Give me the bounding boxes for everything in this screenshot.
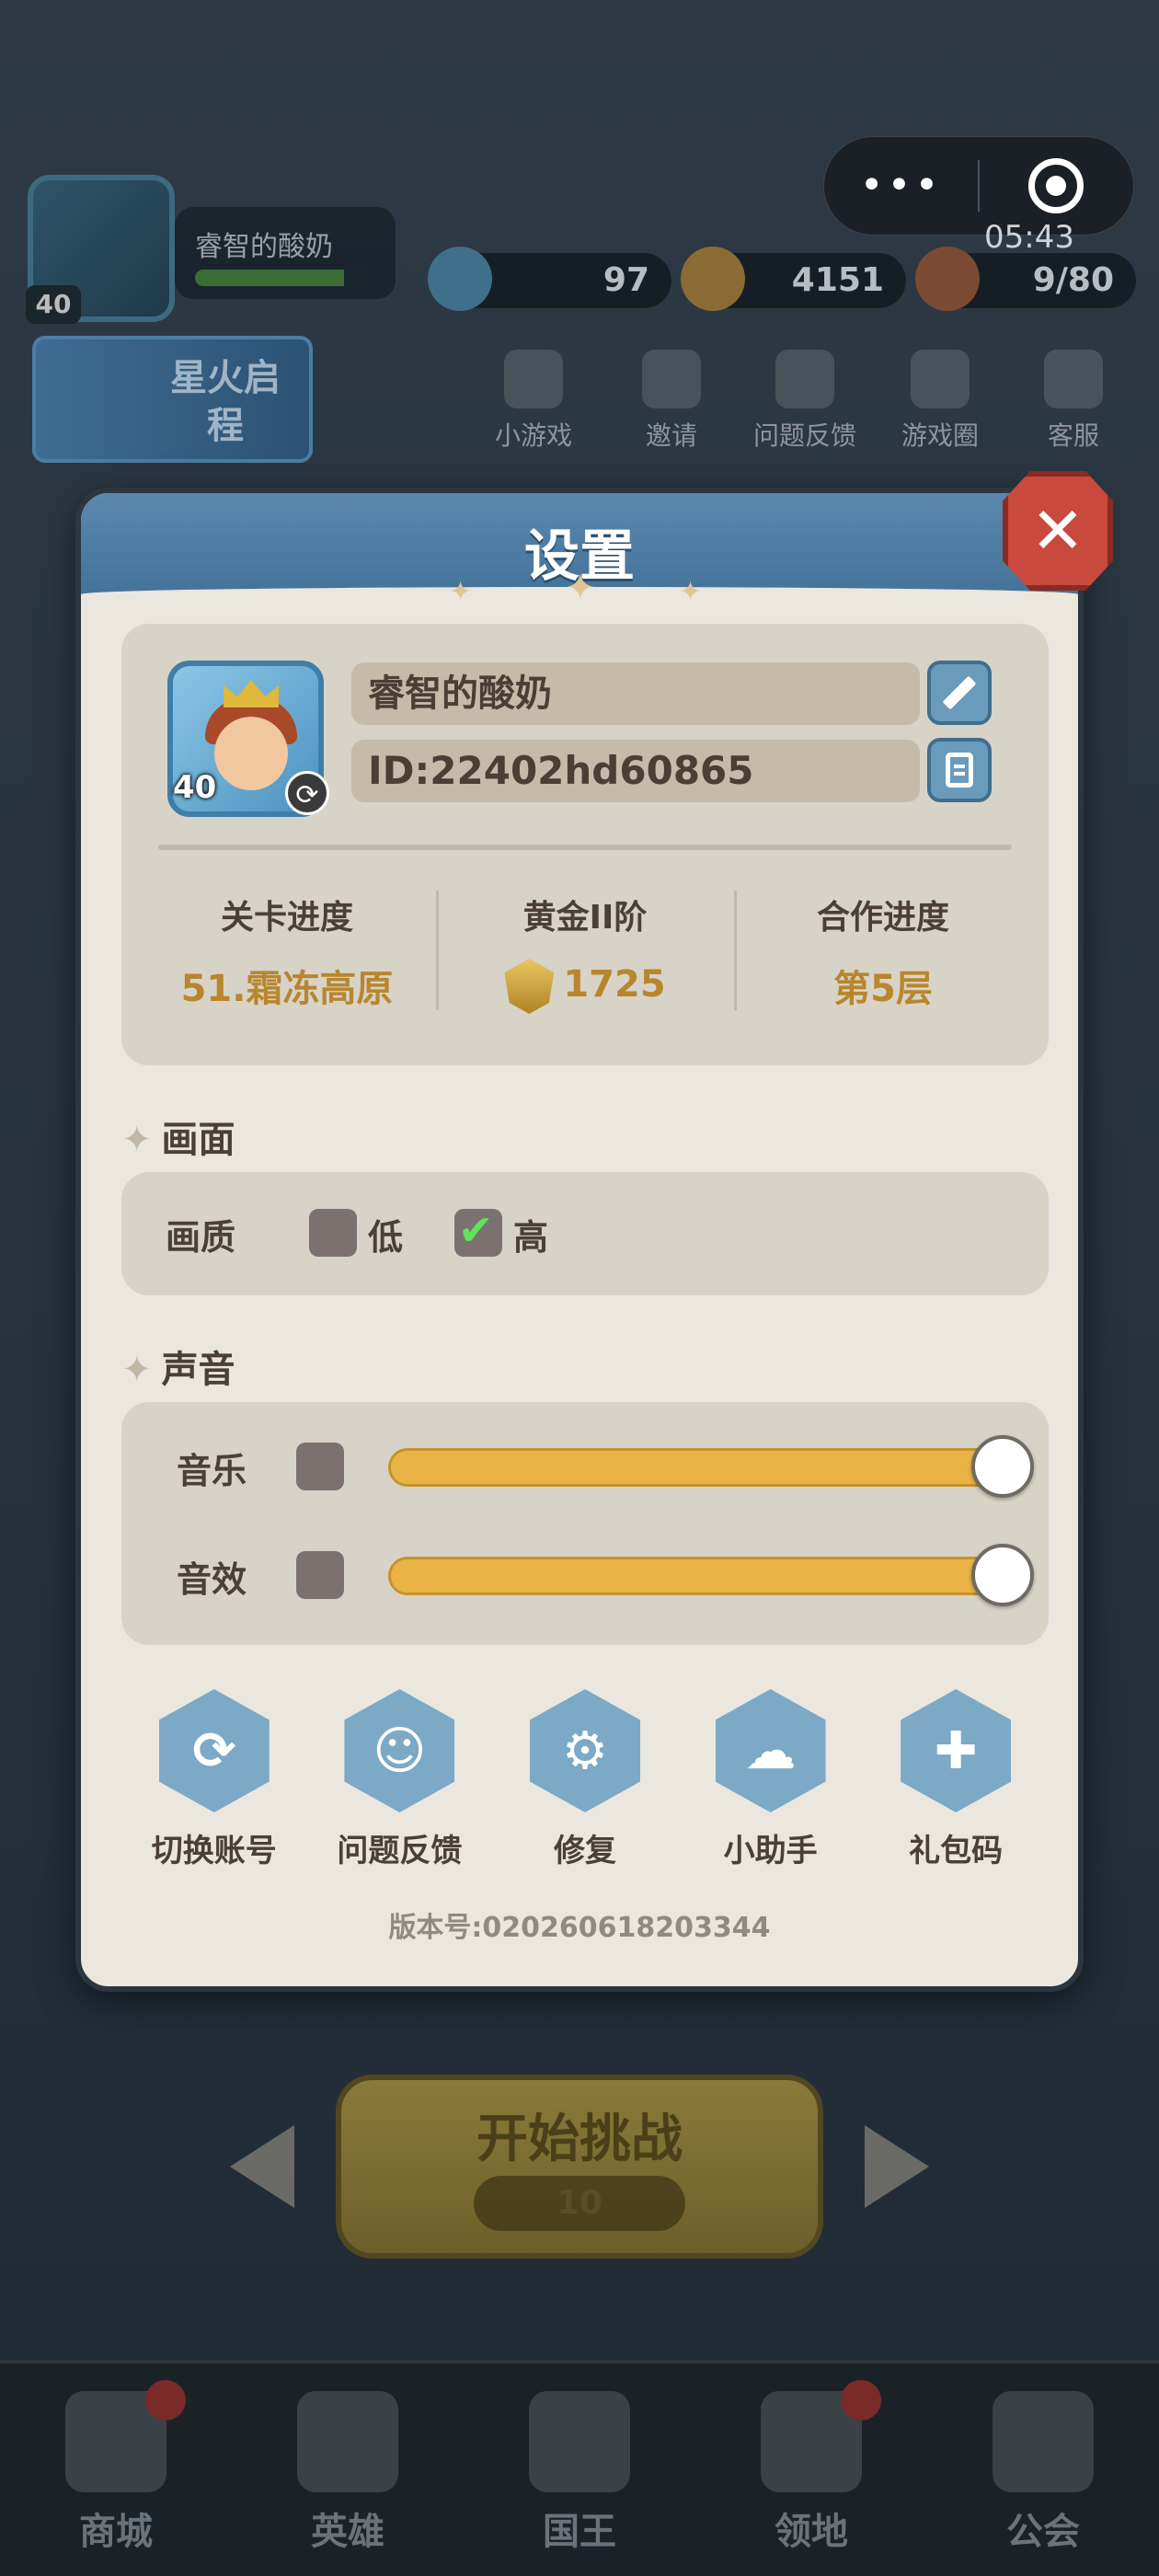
nav-heroes[interactable]: 英雄	[232, 2363, 464, 2576]
gem-icon	[428, 247, 492, 311]
crown-icon	[529, 2391, 630, 2492]
event-banner-title: 星火启程	[170, 357, 281, 447]
gear-wrench-icon: ⚙	[529, 1689, 640, 1812]
helmet-icon	[297, 2391, 398, 2492]
wechat-icon: ☁	[715, 1689, 826, 1812]
hud-menu-minigame[interactable]: 小游戏	[474, 350, 593, 453]
quality-high-checkbox[interactable]	[454, 1205, 502, 1257]
hud-menu-invite[interactable]: 邀请	[612, 350, 731, 453]
refresh-icon: ⟳	[158, 1689, 270, 1812]
swap-avatar-icon[interactable]: ⟳	[285, 771, 329, 815]
hud-player-name: 睿智的酸奶	[195, 231, 333, 263]
notification-dot	[145, 2380, 186, 2421]
sfx-label: 音效	[177, 1559, 247, 1600]
gift-code-button[interactable]: ✚ 礼包码	[873, 1689, 1039, 1870]
gamepad-icon	[504, 350, 563, 408]
pencil-icon	[942, 675, 977, 710]
start-challenge-cost: 10	[474, 2176, 685, 2231]
prev-stage-arrow-icon[interactable]	[230, 2125, 294, 2208]
nav-king[interactable]: 国王	[464, 2363, 695, 2576]
quality-high-label: 高	[513, 1217, 549, 1258]
rank-badge-icon	[504, 959, 555, 1014]
more-dots-icon[interactable]: •••	[824, 136, 978, 236]
sparkle-icon: ✦	[565, 567, 596, 609]
profile-level: 40	[173, 769, 217, 806]
game-circle-icon	[911, 350, 970, 408]
switch-account-button[interactable]: ⟳ 切换账号	[132, 1689, 297, 1870]
sfx-slider[interactable]	[388, 1557, 1004, 1595]
quality-low-checkbox[interactable]	[309, 1209, 357, 1257]
hud-xp-bar	[195, 270, 370, 286]
copy-icon	[946, 753, 973, 788]
hud-menu-feedback[interactable]: 问题反馈	[745, 350, 865, 453]
hud-menu-game-circle[interactable]: 游戏圈	[880, 350, 1000, 453]
feedback-icon	[775, 350, 834, 408]
hud-level: 40	[26, 285, 81, 324]
meat-icon	[915, 247, 980, 311]
close-icon: ✕	[1030, 493, 1085, 569]
star-icon: ✦	[121, 1349, 153, 1391]
version-text: 版本号:020260618203344	[388, 1912, 771, 1944]
nav-shop[interactable]: 商城	[0, 2363, 232, 2576]
music-slider[interactable]	[388, 1448, 1004, 1487]
music-label: 音乐	[177, 1451, 247, 1491]
service-icon	[1044, 350, 1103, 408]
close-button[interactable]: ✕	[1003, 471, 1113, 591]
sound-card: 音乐 音效	[121, 1402, 1049, 1645]
mini-program-capsule: •••	[823, 136, 1134, 236]
sound-section-title: ✦ 声音	[121, 1349, 235, 1391]
graphics-card: 画质 低 高	[121, 1172, 1049, 1295]
copy-id-button[interactable]	[927, 738, 992, 802]
sfx-slider-knob[interactable]	[971, 1544, 1034, 1606]
target-icon[interactable]	[980, 158, 1133, 213]
graphics-section-title: ✦ 画面	[121, 1119, 235, 1161]
gift-icon: ✚	[901, 1689, 1012, 1812]
profile-card: 40 ⟳ 睿智的酸奶 ID:22402hd60865 关卡进度 51.霜冻高原 …	[121, 624, 1049, 1065]
next-stage-arrow-icon[interactable]	[865, 2125, 929, 2208]
stat-coop-progress: 合作进度 第5层	[816, 899, 949, 1010]
invite-icon	[642, 350, 701, 408]
start-challenge-label: 开始挑战	[476, 2110, 683, 2169]
headset-icon: ☺	[344, 1689, 455, 1812]
coin-icon	[681, 247, 745, 311]
stat-rank: 黄金II阶 1725	[438, 891, 732, 1014]
notification-dot	[841, 2380, 881, 2421]
planet-icon	[993, 2391, 1094, 2492]
quality-low-label: 低	[368, 1217, 404, 1258]
quality-label: 画质	[166, 1217, 236, 1258]
profile-id: ID:22402hd60865	[351, 740, 920, 802]
nav-guild[interactable]: 公会	[927, 2363, 1159, 2576]
nav-territory[interactable]: 领地	[695, 2363, 927, 2576]
action-row: ⟳ 切换账号 ☺ 问题反馈 ⚙ 修复 ☁ 小助手 ✚ 礼包码	[121, 1689, 1049, 1870]
assistant-button[interactable]: ☁ 小助手	[688, 1689, 854, 1870]
sfx-mute-checkbox[interactable]	[296, 1551, 344, 1599]
clock: 05:43	[984, 219, 1074, 256]
music-slider-knob[interactable]	[971, 1435, 1034, 1498]
profile-name: 睿智的酸奶	[351, 662, 920, 725]
sparkle-icon: ✦	[449, 576, 473, 608]
stat-stage-progress: 关卡进度 51.霜冻高原	[180, 899, 394, 1010]
music-mute-checkbox[interactable]	[296, 1443, 344, 1490]
sparkle-icon: ✦	[679, 576, 703, 608]
repair-button[interactable]: ⚙ 修复	[502, 1689, 668, 1870]
edit-name-button[interactable]	[927, 661, 992, 725]
feedback-button[interactable]: ☺ 问题反馈	[316, 1689, 482, 1870]
settings-modal: 设置 ✦ ✦ ✦ 40 ⟳ 睿智的酸奶 ID:22402hd60865 关卡进度…	[75, 488, 1084, 1992]
star-icon: ✦	[121, 1119, 153, 1161]
hud-menu-service[interactable]: 客服	[1014, 350, 1133, 453]
bottom-nav: 商城 英雄 国王 领地 公会	[0, 2360, 1159, 2576]
